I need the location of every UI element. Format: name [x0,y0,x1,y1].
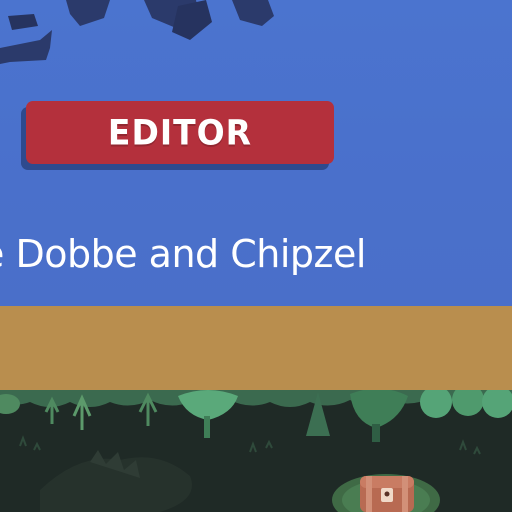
editor-button-label: EDITOR [107,112,253,153]
menu-panel: EDITOR e Dobbe and Chipzel [0,0,512,306]
credits-text: e Dobbe and Chipzel [0,232,366,276]
game-menu-screen: EDITOR e Dobbe and Chipzel [0,0,512,512]
forest-scene [0,390,512,512]
game-logo-fragment [0,0,274,64]
forest-illustration [0,390,512,512]
treasure-chest-icon[interactable] [360,476,414,512]
tan-divider-band [0,306,512,390]
editor-button[interactable]: EDITOR [26,101,334,164]
